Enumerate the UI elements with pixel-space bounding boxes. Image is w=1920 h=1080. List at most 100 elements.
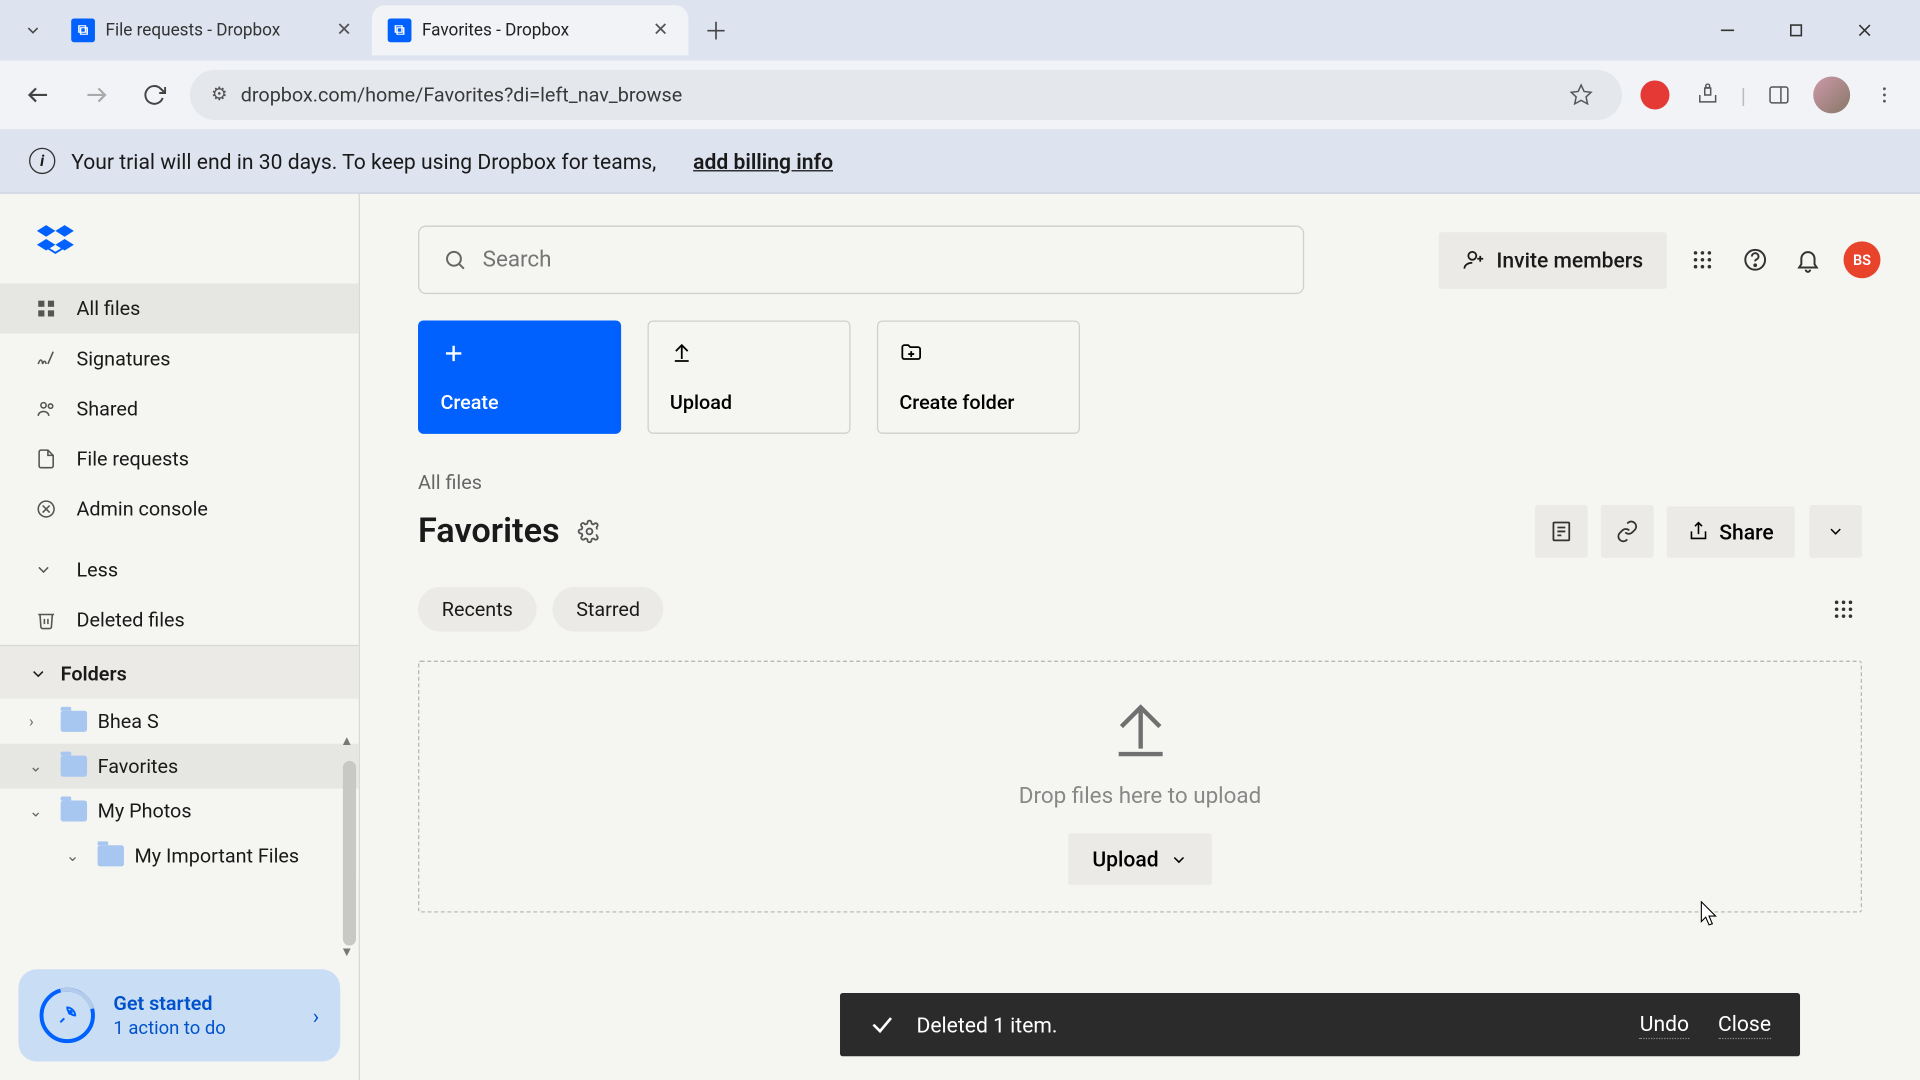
- window-maximize[interactable]: [1767, 9, 1825, 51]
- folder-icon: [61, 756, 87, 777]
- tab-close-icon[interactable]: ✕: [332, 18, 356, 42]
- browser-tab-active[interactable]: ⧉ Favorites - Dropbox ✕: [372, 5, 688, 55]
- chip-starred[interactable]: Starred: [552, 587, 663, 632]
- extension-adblock-icon[interactable]: [1635, 75, 1675, 115]
- create-folder-card[interactable]: Create folder: [877, 320, 1080, 433]
- chip-recents[interactable]: Recents: [418, 587, 537, 632]
- invite-members-button[interactable]: Invite members: [1438, 231, 1666, 288]
- share-label: Share: [1719, 519, 1773, 544]
- people-icon: [34, 397, 58, 421]
- sidebar-item-less[interactable]: Less: [0, 545, 359, 595]
- check-icon: [869, 1011, 895, 1037]
- bookmark-star-icon[interactable]: [1561, 75, 1601, 115]
- sidebar-item-deleted[interactable]: Deleted files: [0, 595, 359, 645]
- main-content: Invite members BS Create Upload Create f…: [360, 194, 1920, 1080]
- search-box[interactable]: [418, 225, 1304, 294]
- browser-menu-icon[interactable]: [1865, 75, 1905, 115]
- new-tab-button[interactable]: ＋: [696, 11, 736, 51]
- chevron-right-icon[interactable]: ›: [29, 712, 50, 730]
- breadcrumb: All files: [360, 434, 1920, 503]
- nav-reload-button[interactable]: [132, 73, 177, 118]
- folders-section-header[interactable]: Folders: [0, 645, 359, 699]
- browser-tab-inactive[interactable]: ⧉ File requests - Dropbox ✕: [55, 5, 371, 55]
- toast-notification: Deleted 1 item. Undo Close: [840, 993, 1800, 1056]
- dropbox-favicon: ⧉: [71, 18, 95, 42]
- sidebar-item-label: Less: [76, 558, 118, 582]
- invite-label: Invite members: [1496, 247, 1643, 272]
- chevron-down-icon[interactable]: ⌄: [66, 847, 87, 865]
- breadcrumb-root[interactable]: All files: [418, 471, 482, 495]
- folder-icon: [61, 711, 87, 732]
- chevron-down-icon: [1169, 850, 1187, 868]
- add-billing-link[interactable]: add billing info: [693, 148, 833, 173]
- sidebar-item-file-requests[interactable]: File requests: [0, 434, 359, 484]
- scrollbar-up-arrow[interactable]: ▲: [340, 735, 356, 750]
- folder-plus-icon: [899, 340, 1057, 364]
- help-icon[interactable]: [1738, 243, 1772, 277]
- info-icon: i: [29, 148, 55, 174]
- folder-item-favorites[interactable]: ⌄ Favorites: [0, 744, 359, 789]
- sidebar-item-signatures[interactable]: Signatures: [0, 334, 359, 384]
- scrollbar-down-arrow[interactable]: ▼: [340, 946, 356, 961]
- share-dropdown[interactable]: [1809, 505, 1862, 558]
- dropzone-upload-button[interactable]: Upload: [1069, 833, 1212, 884]
- get-started-card[interactable]: Get started 1 action to do ›: [18, 969, 340, 1061]
- upload-icon: [670, 340, 828, 364]
- tab-list-dropdown[interactable]: [11, 8, 56, 53]
- folder-item-my-photos[interactable]: ⌄ My Photos: [0, 789, 359, 834]
- get-started-title: Get started: [113, 992, 225, 1016]
- tab-title: File requests - Dropbox: [105, 20, 321, 40]
- folder-icon: [61, 800, 87, 821]
- search-input[interactable]: [483, 247, 1279, 273]
- notifications-icon[interactable]: [1791, 243, 1825, 277]
- upload-card[interactable]: Upload: [647, 320, 850, 433]
- address-bar[interactable]: ⚙: [190, 70, 1622, 120]
- nav-back-button[interactable]: [16, 73, 61, 118]
- create-card[interactable]: Create: [418, 320, 621, 433]
- create-label: Create: [440, 390, 598, 414]
- site-settings-icon[interactable]: ⚙: [211, 84, 228, 105]
- folder-name: My Photos: [98, 799, 192, 823]
- copy-link-icon[interactable]: [1601, 505, 1654, 558]
- trial-message: Your trial will end in 30 days. To keep …: [71, 148, 656, 173]
- trial-banner: i Your trial will end in 30 days. To kee…: [0, 129, 1920, 194]
- folder-name: Favorites: [98, 754, 179, 778]
- chevron-down-icon[interactable]: ⌄: [29, 757, 50, 775]
- side-panel-icon[interactable]: [1759, 75, 1799, 115]
- apps-grid-icon[interactable]: [1685, 243, 1719, 277]
- admin-icon: [34, 497, 58, 521]
- folder-name: Bhea S: [98, 709, 159, 733]
- extensions-icon[interactable]: [1688, 75, 1728, 115]
- upload-label: Upload: [670, 390, 828, 414]
- dropzone[interactable]: Drop files here to upload Upload: [418, 661, 1862, 913]
- toast-message: Deleted 1 item.: [916, 1012, 1057, 1037]
- sidebar-item-admin-console[interactable]: Admin console: [0, 484, 359, 534]
- profile-avatar[interactable]: [1812, 75, 1852, 115]
- nav-forward-button[interactable]: [74, 73, 119, 118]
- folder-item-bhea-s[interactable]: › Bhea S: [0, 699, 359, 744]
- plus-icon: [440, 340, 598, 366]
- chevron-down-icon[interactable]: ⌄: [29, 802, 50, 820]
- window-minimize[interactable]: [1698, 9, 1756, 51]
- get-started-subtitle: 1 action to do: [113, 1018, 225, 1039]
- grid-view-toggle[interactable]: [1825, 591, 1862, 628]
- page-title: Favorites: [418, 512, 560, 552]
- share-button[interactable]: Share: [1666, 506, 1794, 557]
- sidebar-scrollbar[interactable]: [343, 761, 356, 946]
- user-avatar[interactable]: BS: [1844, 241, 1881, 278]
- dropbox-favicon: ⧉: [388, 18, 412, 42]
- folder-settings-icon[interactable]: [578, 520, 602, 544]
- url-input[interactable]: [241, 83, 1549, 107]
- sidebar-item-all-files[interactable]: All files: [0, 284, 359, 334]
- tab-title: Favorites - Dropbox: [422, 20, 638, 40]
- folder-item-my-important-files[interactable]: ⌄ My Important Files: [0, 833, 359, 878]
- trash-icon: [34, 608, 58, 632]
- toast-undo-button[interactable]: Undo: [1640, 1011, 1689, 1039]
- dropzone-text: Drop files here to upload: [1019, 783, 1261, 809]
- toast-close-button[interactable]: Close: [1718, 1011, 1771, 1039]
- window-close[interactable]: [1836, 9, 1894, 51]
- tab-close-icon[interactable]: ✕: [649, 18, 673, 42]
- dropbox-logo[interactable]: [37, 223, 74, 260]
- sidebar-item-shared[interactable]: Shared: [0, 384, 359, 434]
- file-preview-icon[interactable]: [1535, 505, 1588, 558]
